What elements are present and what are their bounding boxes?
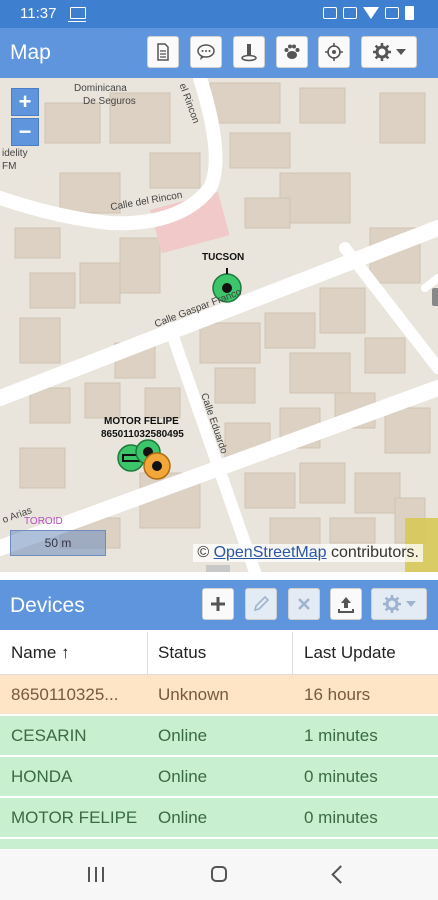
zoom-out-button[interactable]: −: [11, 118, 39, 146]
edit-icon: [253, 595, 270, 612]
table-row[interactable]: HONDA Online 0 minutes: [0, 757, 438, 797]
report-icon: [157, 43, 169, 61]
history-button[interactable]: [276, 36, 308, 68]
cell-last-update: 16 hours: [304, 685, 371, 704]
column-divider[interactable]: [147, 632, 148, 674]
report-button[interactable]: [147, 36, 179, 68]
column-header-status[interactable]: Status: [158, 643, 206, 663]
cell-status: Online: [158, 767, 208, 786]
cell-status: Unknown: [158, 685, 229, 704]
mute-icon: [343, 7, 357, 19]
map-label: TOROID: [24, 516, 63, 527]
settings-menu-button[interactable]: [361, 36, 417, 68]
cell-status: Online: [158, 726, 208, 745]
cell-last-update: 0 minutes: [304, 808, 378, 827]
marker-label-motor-felipe[interactable]: MOTOR FELIPE: [104, 416, 179, 427]
column-header-name[interactable]: Name ↑: [11, 643, 70, 663]
geofence-icon: [241, 44, 257, 62]
attribution-suffix: contributors.: [326, 544, 419, 561]
marker-label-tucson[interactable]: TUCSON: [202, 252, 244, 263]
status-bar: 11:37: [0, 0, 438, 28]
column-divider[interactable]: [292, 632, 293, 674]
column-name-label: Name: [11, 643, 57, 662]
alarm-icon: [323, 7, 337, 19]
upload-button[interactable]: [330, 588, 362, 620]
map-label: Dominicana: [74, 83, 127, 94]
back-icon[interactable]: [331, 865, 350, 884]
splitter-handle[interactable]: [206, 565, 230, 572]
delete-device-button[interactable]: [288, 588, 320, 620]
table-row[interactable]: [0, 839, 438, 850]
map-label: FM: [2, 161, 17, 172]
cell-name: CESARIN: [11, 726, 87, 745]
cast-icon: [68, 7, 86, 22]
cell-name: HONDA: [11, 767, 73, 786]
gear-icon: [373, 43, 391, 61]
add-icon: [211, 597, 225, 611]
gear-icon: [383, 595, 401, 613]
system-nav-bar: [0, 850, 438, 900]
side-drawer-handle[interactable]: [432, 288, 438, 306]
table-row[interactable]: 8650110325... Unknown 16 hours: [0, 675, 438, 715]
device-settings-button[interactable]: [371, 588, 427, 620]
column-header-last-update[interactable]: Last Update: [304, 643, 396, 663]
status-icons: [323, 6, 414, 20]
cell-name: 8650110325...: [11, 685, 119, 704]
openstreetmap-link[interactable]: OpenStreetMap: [214, 544, 327, 561]
map-label: idelity: [2, 148, 28, 159]
cell-name: MOTOR FELIPE: [11, 808, 138, 827]
devices-title: Devices: [10, 594, 85, 617]
battery-icon: [405, 6, 414, 20]
wifi-icon: [363, 7, 379, 19]
map-label: De Seguros: [83, 96, 136, 107]
signal-icon: [385, 7, 399, 19]
edit-device-button[interactable]: [245, 588, 277, 620]
map-toolbar: Map: [0, 28, 438, 78]
map-tiles: [0, 78, 438, 572]
cell-status: Online: [158, 808, 208, 827]
map-scale: 50 m: [10, 530, 106, 556]
chevron-down-icon: [396, 49, 406, 55]
cell-last-update: 0 minutes: [304, 767, 378, 786]
recent-apps-icon[interactable]: [88, 867, 106, 882]
zoom-in-button[interactable]: +: [11, 88, 39, 116]
cell-last-update: 1 minutes: [304, 726, 378, 745]
table-row[interactable]: CESARIN Online 1 minutes: [0, 716, 438, 756]
status-time: 11:37: [20, 5, 57, 22]
command-button[interactable]: [190, 36, 222, 68]
locate-icon: [325, 43, 343, 61]
attribution-prefix: ©: [197, 544, 214, 561]
home-icon[interactable]: [211, 866, 227, 882]
map-view[interactable]: Dominicana De Seguros el Rincon idelity …: [0, 78, 438, 572]
add-device-button[interactable]: [202, 588, 234, 620]
devices-table-header: Name ↑ Status Last Update: [0, 632, 438, 675]
upload-icon: [338, 597, 354, 613]
table-row[interactable]: MOTOR FELIPE Online 0 minutes: [0, 798, 438, 838]
marker-label-imei[interactable]: 865011032580495: [101, 429, 184, 440]
locate-button[interactable]: [318, 36, 350, 68]
delete-icon: [298, 598, 310, 610]
map-title: Map: [10, 41, 51, 64]
paw-icon: [284, 44, 300, 59]
devices-toolbar: Devices: [0, 580, 438, 630]
chat-icon: [197, 44, 215, 60]
sort-ascending-icon: ↑: [61, 643, 70, 662]
chevron-down-icon: [406, 601, 416, 607]
map-attribution: © OpenStreetMap contributors.: [193, 544, 423, 562]
geofence-button[interactable]: [233, 36, 265, 68]
